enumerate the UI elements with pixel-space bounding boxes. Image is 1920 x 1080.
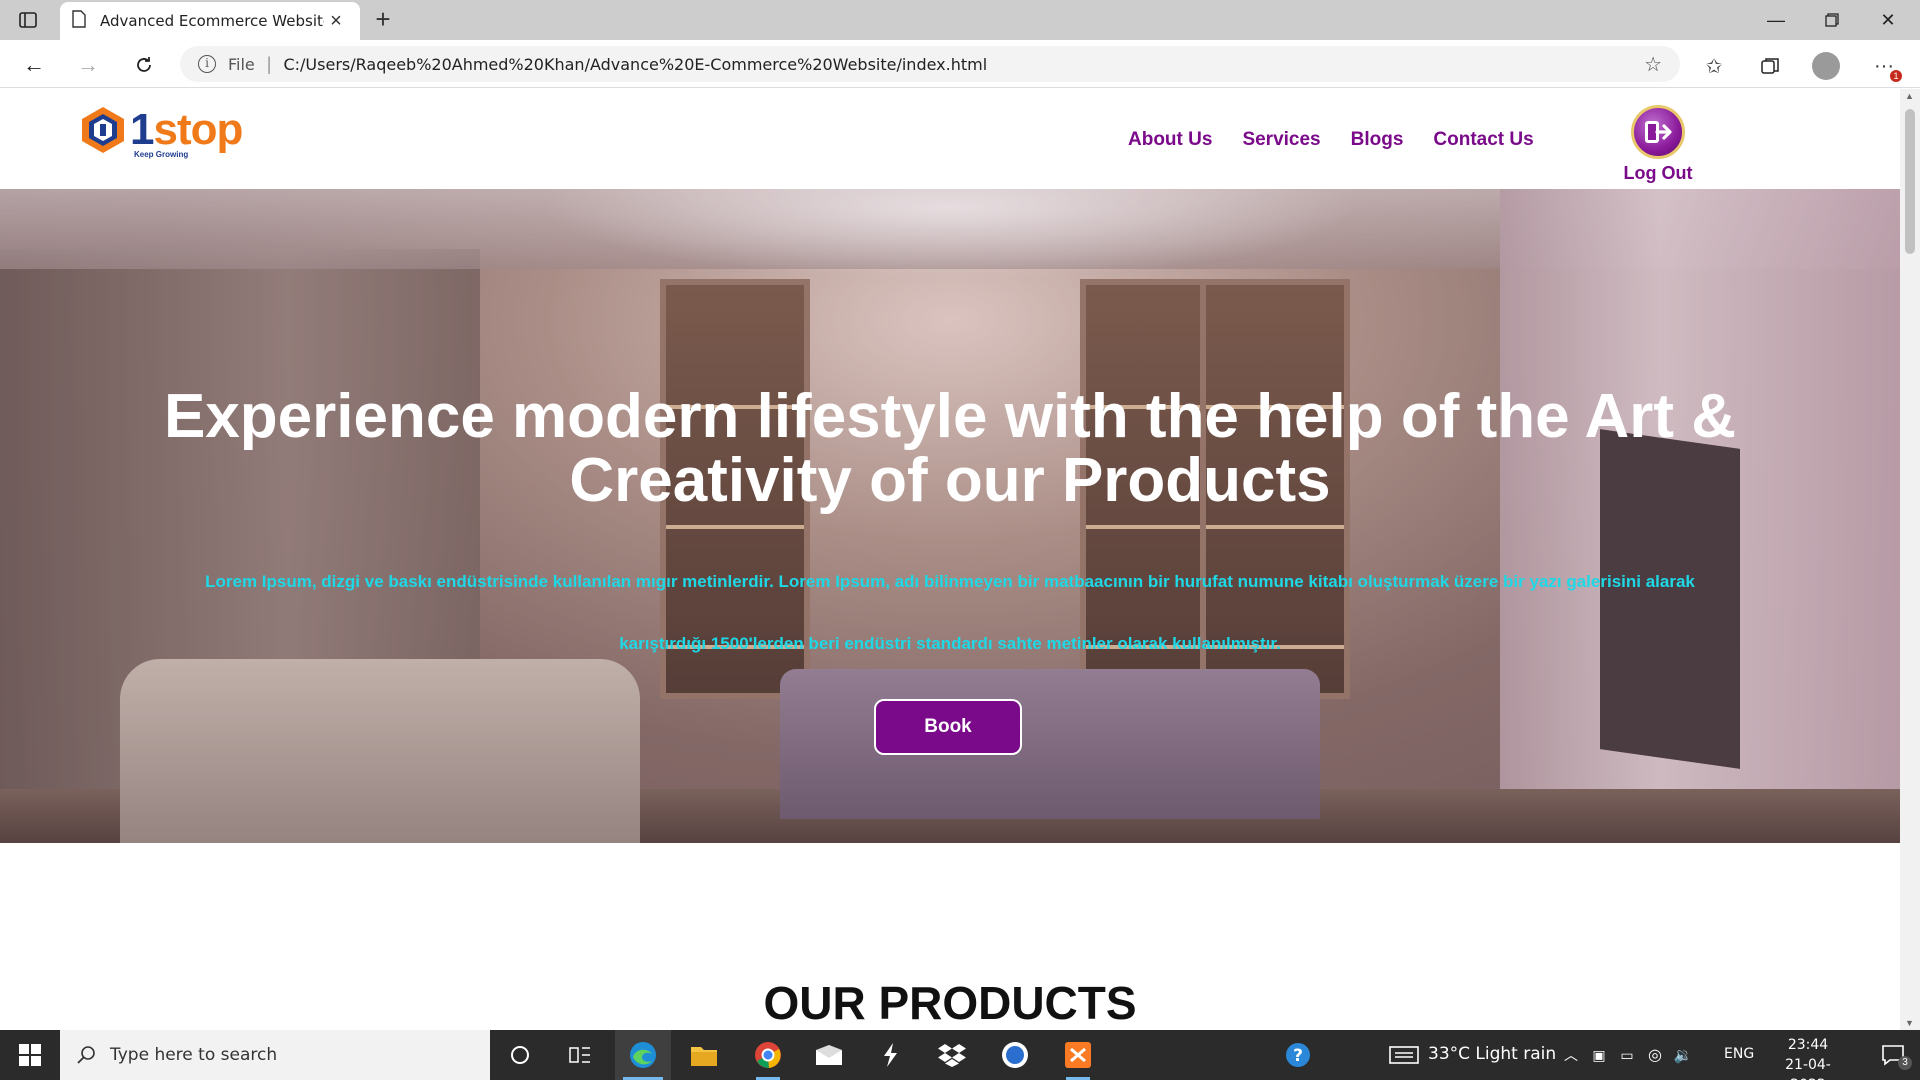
browser-tab-bar: Advanced Ecommerce Website × + — ✕ [0,0,1920,40]
logout-button[interactable]: Log Out [1622,105,1694,184]
info-icon[interactable]: i [198,55,216,73]
app-bolt-icon[interactable] [862,1030,918,1080]
scroll-up-icon[interactable]: ▲ [1905,91,1914,101]
profile-avatar[interactable] [1812,52,1840,80]
logout-icon [1631,105,1685,159]
address-bar[interactable]: i File | C:/Users/Raqeeb%20Ahmed%20Khan/… [180,46,1680,82]
avatar [1812,52,1840,80]
url-text[interactable]: C:/Users/Raqeeb%20Ahmed%20Khan/Advance%2… [283,55,1644,74]
taskbar-search[interactable]: Type here to search [60,1030,490,1080]
system-clock[interactable]: 23:44 21-04-2022 [1768,1035,1848,1080]
language-indicator[interactable]: ENG [1724,1046,1754,1062]
book-button[interactable]: Book [874,699,1022,755]
browser-tab[interactable]: Advanced Ecommerce Website × [60,2,360,40]
windows-taskbar: Type here to search ? 33°C Light rain ︿ … [0,1030,1920,1080]
logout-label: Log Out [1623,163,1693,183]
notification-center-icon[interactable]: 3 [1866,1030,1920,1080]
help-icon[interactable]: ? [1270,1030,1326,1080]
nav-services[interactable]: Services [1242,129,1320,151]
nav-contact-us[interactable]: Contact Us [1433,129,1533,151]
app-blue-icon[interactable] [987,1030,1043,1080]
scroll-down-icon[interactable]: ▼ [1905,1018,1914,1028]
logo-word: stop [153,105,243,154]
minimize-button[interactable]: — [1748,0,1804,40]
hero-banner: Experience modern lifestyle with the hel… [0,189,1900,843]
main-nav: About Us Services Blogs Contact Us [1128,129,1534,151]
volume-icon[interactable]: 🔉 [1670,1030,1696,1080]
battery-icon[interactable]: ▭ [1614,1030,1640,1080]
nav-blogs[interactable]: Blogs [1351,129,1404,151]
file-label: File [228,54,255,74]
refresh-button[interactable] [128,49,160,81]
forward-button[interactable]: → [72,49,104,81]
task-view-icon[interactable] [552,1030,608,1080]
site-header: 1stop Keep Growing About Us Services Blo… [0,89,1900,189]
weather-text[interactable]: 33°C Light rain [1428,1044,1556,1064]
back-button[interactable]: ← [18,49,50,81]
products-heading: OUR PRODUCTS [763,977,1137,1029]
clock-time: 23:44 [1787,1037,1829,1053]
logo-tagline: Keep Growing [134,150,189,159]
restore-button[interactable] [1804,0,1860,40]
meet-now-icon[interactable]: ▣ [1586,1030,1612,1080]
windows-logo-icon [19,1044,41,1066]
collections-icon[interactable] [1756,52,1784,80]
close-window-button[interactable]: ✕ [1860,0,1916,40]
network-globe-icon[interactable]: ◎ [1642,1030,1668,1080]
hero-title: Experience modern lifestyle with the hel… [163,382,1737,515]
chrome-icon[interactable] [740,1030,796,1080]
search-icon [77,1046,95,1064]
edge-browser-icon[interactable] [615,1030,671,1080]
logo-hexagon-icon [82,107,124,153]
notification-count-badge: 3 [1898,1056,1912,1070]
dropbox-icon[interactable] [924,1030,980,1080]
file-explorer-icon[interactable] [676,1030,732,1080]
xampp-icon[interactable] [1050,1030,1106,1080]
favorites-icon[interactable]: ✩ [1700,52,1728,80]
add-favorite-icon[interactable]: ☆ [1644,52,1662,77]
separator: | [266,53,272,74]
settings-menu-icon[interactable]: ··· 1 [1870,52,1902,82]
tab-actions-icon[interactable] [16,8,40,32]
mail-icon[interactable] [801,1030,857,1080]
address-bar-row: ← → i File | C:/Users/Raqeeb%20Ahmed%20K… [0,40,1920,88]
nav-about-us[interactable]: About Us [1128,129,1212,151]
new-tab-button[interactable]: + [368,4,398,34]
site-logo[interactable]: 1stop Keep Growing [80,105,243,159]
scrollbar-thumb[interactable] [1905,109,1915,254]
notification-badge: 1 [1890,70,1902,82]
weather-icon[interactable] [1376,1030,1432,1080]
logo-prefix: 1 [130,105,155,154]
svg-text:?: ? [1293,1046,1303,1066]
search-placeholder: Type here to search [110,1045,278,1065]
hero-description: Lorem Ipsum, dizgi ve baskı endüstrisind… [205,572,1695,653]
hero-content: Experience modern lifestyle with the hel… [0,189,1900,843]
close-tab-icon[interactable]: × [324,10,348,33]
chevron-up-icon[interactable]: ︿ [1558,1030,1584,1080]
clock-date: 21-04-2022 [1785,1057,1831,1080]
page-icon [72,9,86,33]
start-button[interactable] [0,1030,60,1080]
cortana-icon[interactable] [492,1030,548,1080]
tab-title: Advanced Ecommerce Website [100,12,324,30]
page-viewport: 1stop Keep Growing About Us Services Blo… [0,89,1900,1030]
page-scrollbar[interactable]: ▲ ▼ [1900,89,1920,1030]
